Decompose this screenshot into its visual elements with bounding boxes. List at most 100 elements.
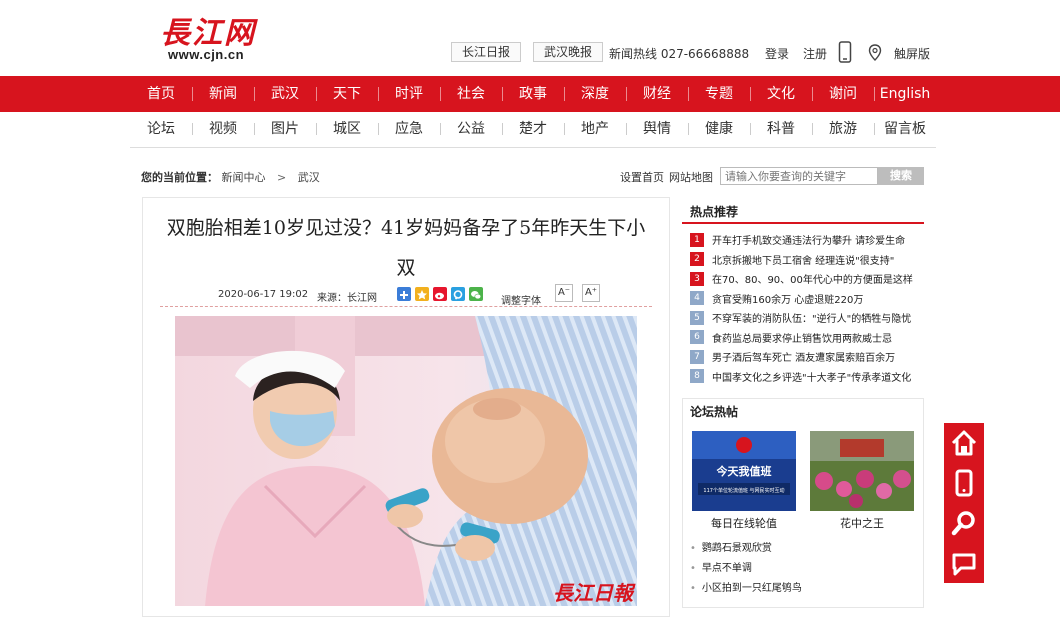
font-larger-button[interactable]: A⁺ [582, 284, 600, 302]
mobile-icon[interactable] [944, 463, 984, 503]
nav-primary-item[interactable]: 首页 [130, 76, 192, 112]
search-icon[interactable] [944, 503, 984, 543]
breadcrumb-news-center[interactable]: 新闻中心 [222, 171, 266, 184]
share-qzone-icon[interactable] [415, 287, 429, 301]
hot-rank-badge: 8 [690, 369, 704, 384]
hot-rank-badge: 6 [690, 330, 704, 345]
breadcrumb-separator: > [277, 171, 287, 184]
nav-primary-item[interactable]: 新闻 [192, 76, 254, 112]
nav-primary-item[interactable]: 天下 [316, 76, 378, 112]
nav-primary-item[interactable]: 武汉 [254, 76, 316, 112]
breadcrumb-wuhan[interactable]: 武汉 [298, 171, 320, 184]
nav-secondary-item[interactable]: 健康 [688, 114, 750, 144]
hot-rank-badge: 2 [690, 252, 704, 267]
breadcrumb-label: 您的当前位置： [141, 171, 218, 184]
share-tencent-icon[interactable] [451, 287, 465, 301]
nav-primary-item[interactable]: 谢问 [812, 76, 874, 112]
hot-rank-badge: 3 [690, 271, 704, 286]
hot-item-text[interactable]: 男子酒后驾车死亡 酒友遭家属索赔百余万 [712, 349, 895, 364]
hot-item-text[interactable]: 开车打手机致交通违法行为攀升 请珍爱生命 [712, 232, 905, 247]
search-button[interactable]: 搜索 [878, 167, 924, 185]
forum-thumb-peony[interactable] [810, 431, 914, 511]
hot-list-item[interactable]: 3 在70、80、90、00年代心中的方便面是这样 [690, 269, 930, 289]
font-smaller-button[interactable]: A⁻ [555, 284, 573, 302]
nav-secondary-item[interactable]: 公益 [440, 114, 502, 144]
forum-thumb-peony-caption[interactable]: 花中之王 [810, 515, 914, 531]
forum-thumb-duty-caption[interactable]: 每日在线轮值 [692, 515, 796, 531]
secondary-nav: 论坛 视频 图片 城区 应急 公益 楚才 地产 舆情 健康 科普 旅游 留言板 [130, 114, 936, 144]
font-adjust-label: 调整字体 [501, 296, 541, 307]
nav-secondary-item[interactable]: 应急 [378, 114, 440, 144]
hot-item-text[interactable]: 中国孝文化之乡评选"十大孝子"传承孝道文化 [712, 369, 911, 384]
nav-secondary-item[interactable]: 论坛 [130, 114, 192, 144]
set-home-link[interactable]: 设置首页 [620, 169, 664, 185]
link-wuhan-evening[interactable]: 武汉晚报 [533, 42, 603, 62]
touch-version-link[interactable]: 触屏版 [894, 45, 930, 62]
home-icon[interactable] [944, 423, 984, 463]
chat-icon[interactable] [944, 543, 984, 583]
nav-primary-item[interactable]: 政事 [502, 76, 564, 112]
hot-list-item[interactable]: 2 北京拆搬地下员工宿舍 经理连说"很支持" [690, 250, 930, 270]
hot-list-item[interactable]: 1 开车打手机致交通违法行为攀升 请珍爱生命 [690, 230, 930, 250]
share-wechat-icon[interactable] [469, 287, 483, 301]
login-link[interactable]: 登录 [765, 45, 789, 62]
site-url: www.cjn.cn [168, 47, 245, 62]
article-source: 来源：长江网 [317, 293, 377, 304]
hot-list-item[interactable]: 7 男子酒后驾车死亡 酒友遭家属索赔百余万 [690, 347, 930, 367]
breadcrumb: 您的当前位置： 新闻中心 > 武汉 [141, 169, 320, 185]
nav-secondary-item[interactable]: 舆情 [626, 114, 688, 144]
site-logo[interactable]: 長江网 [160, 8, 256, 52]
hot-list: 1 开车打手机致交通违法行为攀升 请珍爱生命 2 北京拆搬地下员工宿舍 经理连说"很支… [690, 230, 930, 386]
nav-secondary-item[interactable]: 视频 [192, 114, 254, 144]
register-link[interactable]: 注册 [803, 45, 827, 62]
hot-section-rule [682, 222, 924, 224]
hot-list-item[interactable]: 8 中国孝文化之乡评选"十大孝子"传承孝道文化 [690, 367, 930, 387]
nav-secondary-item[interactable]: 留言板 [874, 114, 936, 144]
hot-list-item[interactable]: 6 食药监总局要求停止销售饮用两款威士忌 [690, 328, 930, 348]
share-weibo-icon[interactable] [433, 287, 447, 301]
hot-section-title: 热点推荐 [690, 205, 739, 219]
nav-secondary-item[interactable]: 城区 [316, 114, 378, 144]
meta-divider [160, 306, 652, 307]
nav-secondary-item[interactable]: 楚才 [502, 114, 564, 144]
nav-primary-item[interactable]: 专题 [688, 76, 750, 112]
nav-divider [130, 147, 936, 148]
nav-primary-item[interactable]: 财经 [626, 76, 688, 112]
nav-primary-item[interactable]: 文化 [750, 76, 812, 112]
nav-primary-item[interactable]: 深度 [564, 76, 626, 112]
photo-watermark: 長江日報 [553, 581, 636, 605]
thumb1-headline: 今天我值班 [716, 464, 772, 478]
forum-list-item[interactable]: 小区拍到一只红尾鸲鸟 [690, 579, 802, 594]
nav-primary-item[interactable]: 社会 [440, 76, 502, 112]
nav-secondary-item[interactable]: 地产 [564, 114, 626, 144]
article-title: 双胞胎相差10岁见过没？41岁妈妈备孕了5年昨天生下小双 [166, 217, 646, 279]
hot-list-item[interactable]: 4 贪官受贿160余万 心虚退赃220万 [690, 289, 930, 309]
hot-item-text[interactable]: 不穿军装的消防队伍："逆行人"的牺牲与隐忧 [712, 310, 911, 325]
nav-secondary-item[interactable]: 图片 [254, 114, 316, 144]
article-photo: 長江日報 [175, 316, 637, 606]
hot-item-text[interactable]: 贪官受贿160余万 心虚退赃220万 [712, 291, 863, 306]
forum-section-title: 论坛热帖 [690, 405, 739, 419]
mobile-icon[interactable] [838, 41, 852, 63]
forum-list-item[interactable]: 早点不单调 [690, 559, 752, 574]
share-plus-icon[interactable] [397, 287, 411, 301]
location-pin-icon [868, 44, 882, 61]
sitemap-link[interactable]: 网站地图 [669, 169, 713, 185]
hot-rank-badge: 5 [690, 310, 704, 325]
thumb1-subline: 117个单位轮流值班 与网民实时互动 [703, 487, 784, 494]
floating-toolbar [944, 423, 984, 583]
search-input[interactable] [720, 167, 878, 185]
nav-secondary-item[interactable]: 旅游 [812, 114, 874, 144]
primary-nav: 首页 新闻 武汉 天下 时评 社会 政事 深度 财经 专题 文化 谢问 English [0, 76, 1060, 112]
hot-item-text[interactable]: 北京拆搬地下员工宿舍 经理连说"很支持" [712, 252, 894, 267]
forum-list-item[interactable]: 鹦鹉石景观欣赏 [690, 539, 772, 554]
hot-item-text[interactable]: 在70、80、90、00年代心中的方便面是这样 [712, 271, 913, 286]
forum-thumb-duty[interactable]: 今天我值班 117个单位轮流值班 与网民实时互动 [692, 431, 796, 511]
nav-secondary-item[interactable]: 科普 [750, 114, 812, 144]
nav-primary-item[interactable]: English [874, 76, 936, 112]
nav-primary-item[interactable]: 时评 [378, 76, 440, 112]
hot-rank-badge: 7 [690, 349, 704, 364]
hot-item-text[interactable]: 食药监总局要求停止销售饮用两款威士忌 [712, 330, 892, 345]
link-changjiang-daily[interactable]: 长江日报 [451, 42, 521, 62]
hot-list-item[interactable]: 5 不穿军装的消防队伍："逆行人"的牺牲与隐忧 [690, 308, 930, 328]
